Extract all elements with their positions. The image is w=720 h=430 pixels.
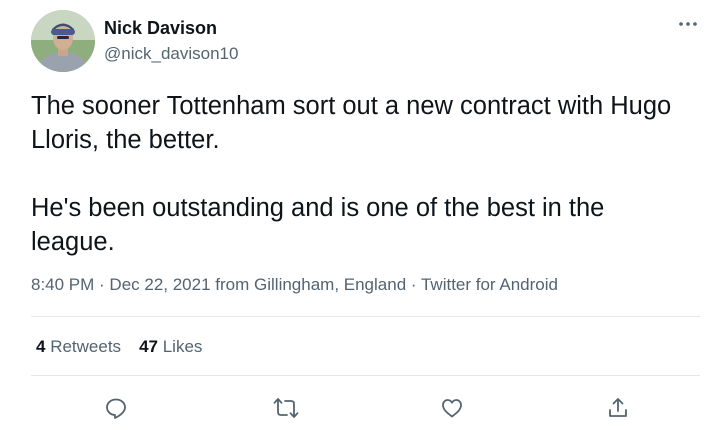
avatar-photo xyxy=(31,10,95,72)
retweets-stat[interactable]: 4 Retweets xyxy=(36,337,121,356)
tweet-date[interactable]: Dec 22, 2021 xyxy=(109,275,210,294)
likes-count: 47 xyxy=(139,337,158,356)
like-button[interactable] xyxy=(439,395,465,421)
meta-separator: · xyxy=(94,275,110,294)
author-name[interactable]: Nick Davison xyxy=(104,18,217,39)
tweet-location: from Gillingham, England xyxy=(210,275,407,294)
more-horizontal-icon[interactable] xyxy=(676,16,700,32)
tweet-card: Nick Davison @nick_davison10 The sooner … xyxy=(0,0,720,430)
meta-separator: · xyxy=(406,275,421,294)
likes-label: Likes xyxy=(157,337,203,356)
share-icon xyxy=(609,398,627,417)
tweet-stats: 4 Retweets 47 Likes xyxy=(36,337,202,357)
like-icon xyxy=(442,399,462,418)
retweet-icon xyxy=(273,398,299,418)
reply-button[interactable] xyxy=(103,395,129,421)
tweet-paragraph: He's been outstanding and is one of the … xyxy=(31,194,605,256)
reply-icon xyxy=(106,398,126,419)
divider xyxy=(31,375,700,376)
divider xyxy=(31,316,700,317)
tweet-meta: 8:40 PM · Dec 22, 2021 from Gillingham, … xyxy=(31,275,558,295)
share-button[interactable] xyxy=(605,395,631,421)
avatar[interactable] xyxy=(31,10,95,72)
retweets-label: Retweets xyxy=(45,337,122,356)
tweet-time[interactable]: 8:40 PM xyxy=(31,275,94,294)
tweet-client[interactable]: Twitter for Android xyxy=(421,275,558,294)
likes-stat[interactable]: 47 Likes xyxy=(139,337,202,356)
retweet-button[interactable] xyxy=(273,395,299,421)
author-handle[interactable]: @nick_davison10 xyxy=(104,44,238,64)
tweet-text: The sooner Tottenham sort out a new cont… xyxy=(31,89,691,259)
tweet-paragraph: The sooner Tottenham sort out a new cont… xyxy=(31,92,672,154)
